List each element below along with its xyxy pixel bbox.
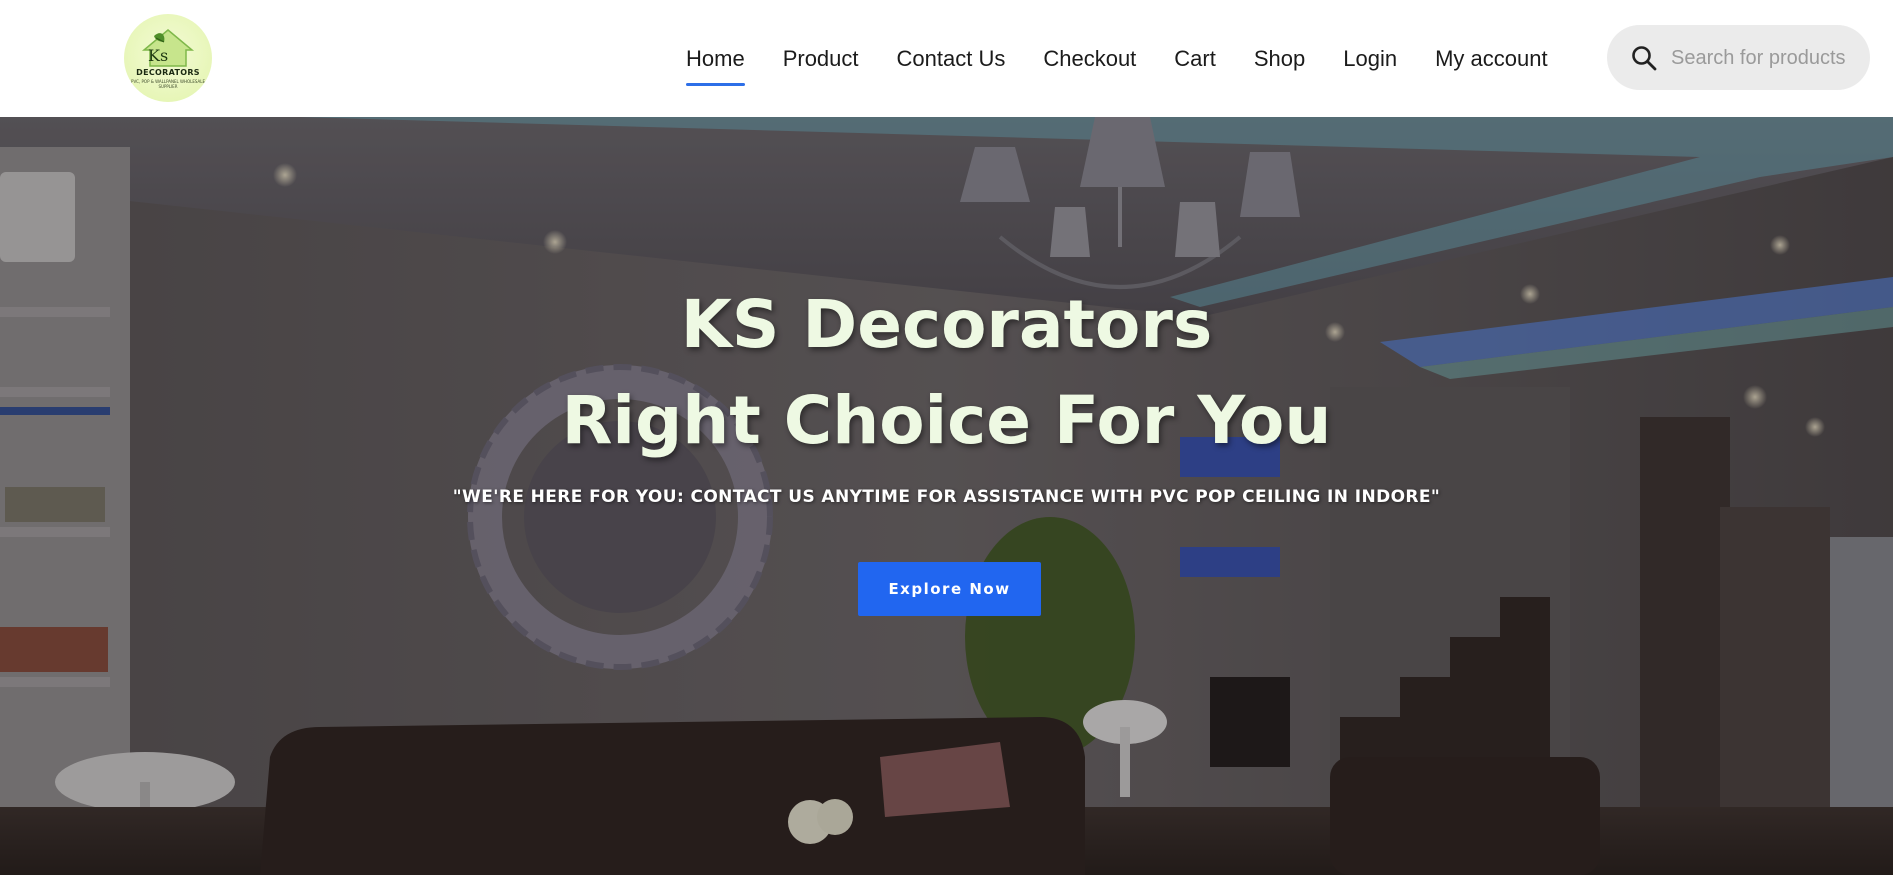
nav-item-home[interactable]: Home xyxy=(686,36,745,86)
nav-item-contact-us[interactable]: Contact Us xyxy=(897,36,1006,86)
search-input[interactable] xyxy=(1669,37,1853,79)
site-header: Ks DECORATORS PVC, POP & WALLPANEL WHOLE… xyxy=(0,0,1893,117)
logo-tagline: PVC, POP & WALLPANEL WHOLESALE SUPPLIER xyxy=(131,79,205,89)
search-box xyxy=(1607,25,1870,90)
logo-brand-name: DECORATORS xyxy=(136,68,200,77)
hero-title-line2: Right Choice For You xyxy=(561,382,1332,459)
nav-item-product[interactable]: Product xyxy=(783,36,859,86)
nav-item-my-account[interactable]: My account xyxy=(1435,36,1548,86)
nav-item-shop[interactable]: Shop xyxy=(1254,36,1305,86)
nav-item-login[interactable]: Login xyxy=(1343,36,1397,86)
hero-title-line1: KS Decorators xyxy=(680,286,1213,363)
page: Ks DECORATORS PVC, POP & WALLPANEL WHOLE… xyxy=(0,0,1893,875)
search-icon[interactable] xyxy=(1631,45,1657,71)
hero-title: KS Decorators Right Choice For You xyxy=(0,277,1893,469)
nav-item-checkout[interactable]: Checkout xyxy=(1043,36,1136,86)
hero-banner: KS Decorators Right Choice For You "WE'R… xyxy=(0,117,1893,875)
explore-now-button[interactable]: Explore Now xyxy=(858,562,1041,616)
logo-initials: Ks xyxy=(148,46,169,65)
main-nav: Home Product Contact Us Checkout Cart Sh… xyxy=(686,36,1586,86)
hero-subtitle: "WE'RE HERE FOR YOU: CONTACT US ANYTIME … xyxy=(452,487,1441,507)
site-logo[interactable]: Ks DECORATORS PVC, POP & WALLPANEL WHOLE… xyxy=(124,14,212,102)
nav-item-cart[interactable]: Cart xyxy=(1174,36,1216,86)
